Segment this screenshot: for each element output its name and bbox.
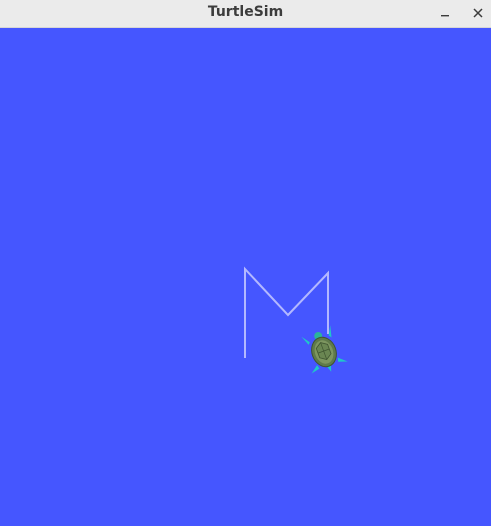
close-button[interactable]: [466, 2, 490, 24]
minimize-icon: [441, 15, 449, 17]
close-icon: [473, 8, 483, 18]
window-title: TurtleSim: [207, 4, 284, 20]
title-bar[interactable]: TurtleSim: [0, 0, 491, 28]
turtlesim-window: TurtleSim: [0, 0, 491, 526]
turtle-sprite: [301, 325, 348, 374]
minimize-button[interactable]: [433, 2, 457, 24]
canvas-drawing: [244, 266, 348, 374]
turtle-canvas[interactable]: [0, 28, 491, 526]
